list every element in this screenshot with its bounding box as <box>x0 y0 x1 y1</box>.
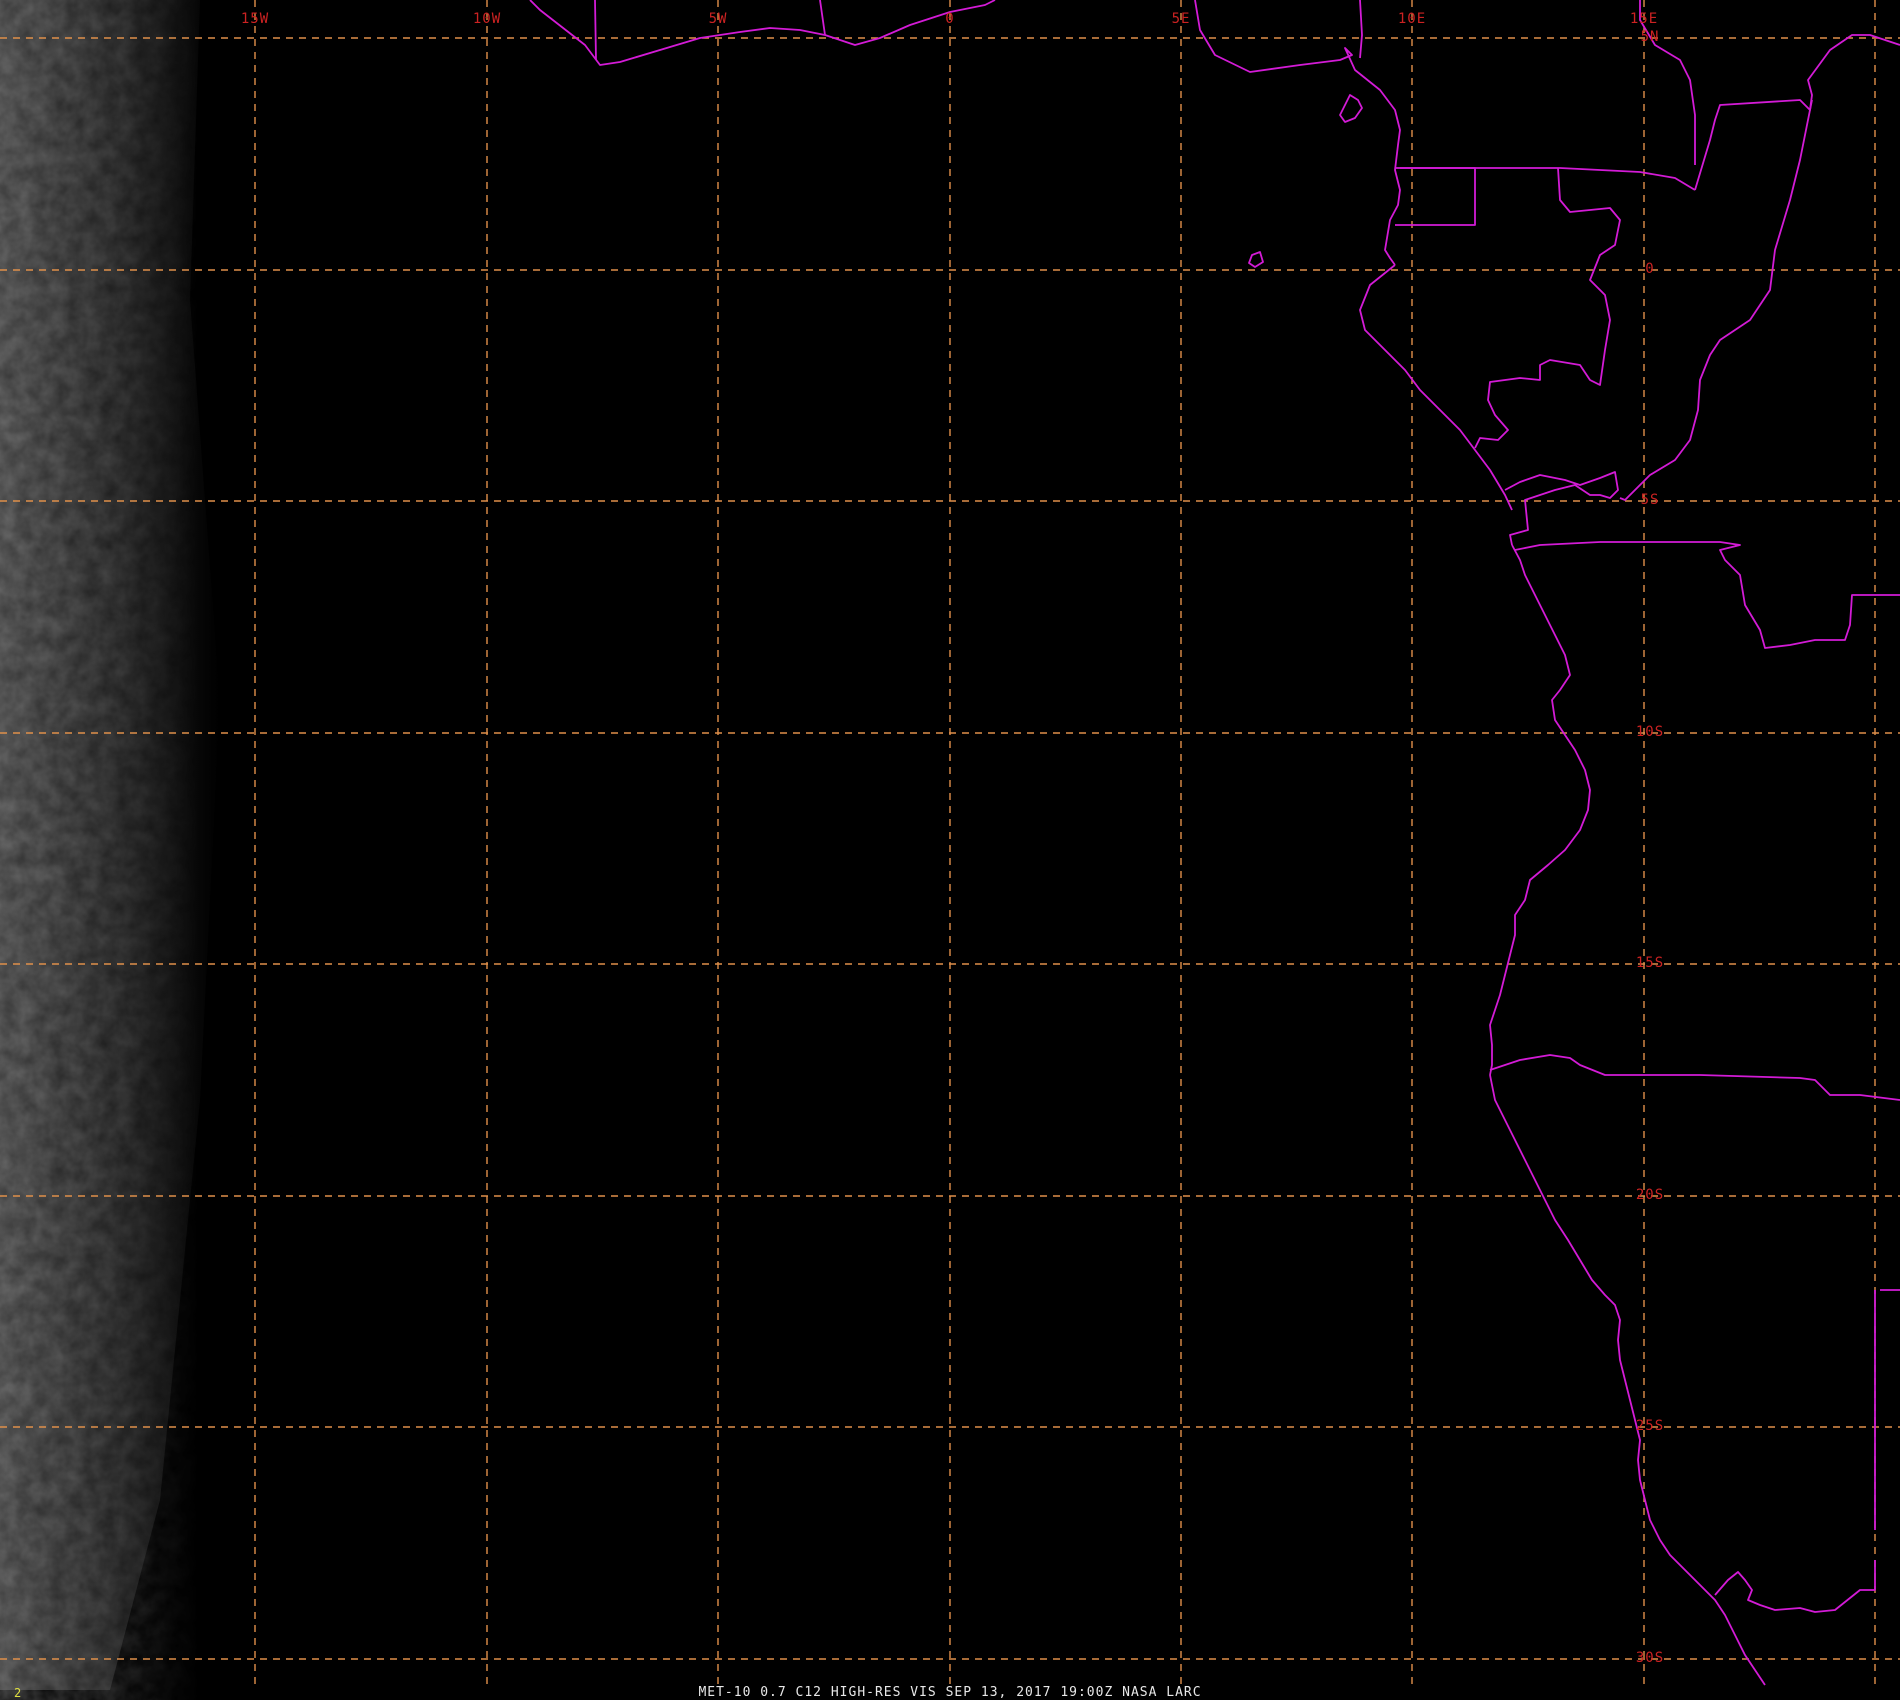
longitude-label: 10W <box>473 11 501 27</box>
image-caption: MET-10 0.7 C12 HIGH-RES VIS SEP 13, 2017… <box>698 1685 1201 1700</box>
latitude-label: 30S <box>1636 1650 1664 1666</box>
border-ghana-ivory <box>594 0 597 61</box>
longitude-label: 15W <box>241 11 269 27</box>
satellite-map: 15W 10W 5W 0 5E 10E 15E 5N 0 5S 10S 15S 20S 25S 30S ME… <box>0 0 1900 1700</box>
latitude-label: 25S <box>1636 1418 1664 1434</box>
longitude-label: 15E <box>1630 11 1658 27</box>
cloud-band <box>0 0 220 1690</box>
frame-number: 2 <box>14 1686 21 1700</box>
longitude-label: 0 <box>945 11 954 27</box>
latitude-label: 20S <box>1636 1187 1664 1203</box>
latitude-label: 5N <box>1641 29 1660 45</box>
longitude-label: 5W <box>709 11 728 27</box>
latitude-label: 15S <box>1636 955 1664 971</box>
longitude-label: 5E <box>1172 11 1191 27</box>
latitude-label: 10S <box>1636 724 1664 740</box>
latitude-label: 5S <box>1641 492 1660 508</box>
latitude-label: 0 <box>1645 261 1654 277</box>
longitude-label: 10E <box>1398 11 1426 27</box>
